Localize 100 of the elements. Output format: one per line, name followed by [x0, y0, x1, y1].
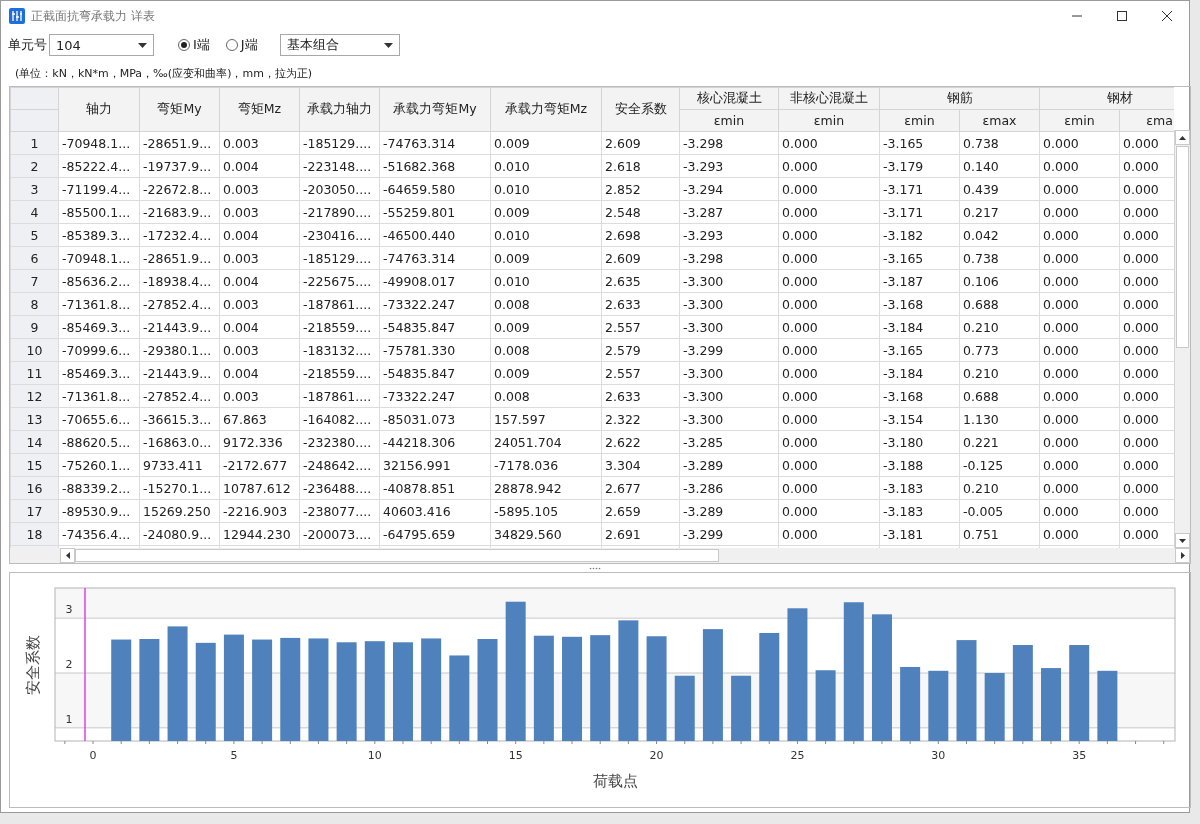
table-cell: 0.000 [1039, 499, 1120, 523]
table-cell: -28651.9... [139, 131, 220, 155]
column-header[interactable]: 核心混凝土 [679, 87, 779, 110]
unit-dropdown[interactable]: 104 [49, 34, 154, 56]
table-cell: -88620.5... [58, 430, 140, 454]
table-cell: -24080.9... [139, 522, 220, 546]
table-cell: -3.300 [679, 292, 779, 316]
table-cell: -44218.306 [379, 430, 491, 454]
table-cell: -3.181 [879, 522, 960, 546]
table-cell: 0.000 [1039, 338, 1120, 362]
table-cell: 0.004 [219, 361, 300, 385]
bar [928, 670, 949, 741]
table-cell: -225675.... [299, 269, 380, 293]
column-header[interactable]: 非核心混凝土 [778, 87, 880, 110]
column-header[interactable]: 弯矩Mz [219, 87, 300, 132]
row-number: 18 [10, 522, 59, 546]
table-cell: 0.000 [1039, 407, 1120, 431]
row-number: 17 [10, 499, 59, 523]
table-cell: 0.140 [959, 154, 1040, 178]
table-cell: -248642.... [299, 453, 380, 477]
row-number: 6 [10, 246, 59, 270]
table-cell: -2216.903 [219, 499, 300, 523]
table-cell: 2.609 [601, 246, 680, 270]
table-cell: 2.622 [601, 430, 680, 454]
caret-icon[interactable] [383, 42, 393, 48]
column-header[interactable]: 钢筋 [879, 87, 1040, 110]
table-cell: 9172.336 [219, 430, 300, 454]
table-cell: -187861.... [299, 292, 380, 316]
table-cell: 3.304 [601, 453, 680, 477]
row-number: 4 [10, 200, 59, 224]
table-cell: 2.635 [601, 269, 680, 293]
table-cell: 0.000 [778, 499, 880, 523]
table-cell: 2.322 [601, 407, 680, 431]
table-cell: 0.010 [490, 177, 602, 201]
table-cell: -218559.... [299, 361, 380, 385]
table-cell: -71361.8... [58, 384, 140, 408]
table-cell: -203050.... [299, 177, 380, 201]
column-header[interactable]: 承载力轴力 [299, 87, 380, 132]
table-cell: -85636.2... [58, 269, 140, 293]
table-cell: 0.000 [1039, 223, 1120, 247]
horizontal-scrollbar-thumb[interactable] [75, 549, 719, 562]
table-cell: -15270.1... [139, 476, 220, 500]
table-cell: 0.000 [778, 200, 880, 224]
x-axis-title: 荷载点 [592, 772, 638, 790]
table-cell: 0.000 [778, 384, 880, 408]
end-radio[interactable]: J端 [225, 36, 258, 54]
x-tick-label: 20 [649, 749, 664, 762]
table-cell: -3.180 [879, 430, 960, 454]
x-tick-label: 0 [89, 749, 97, 762]
table-cell: -70999.6... [58, 338, 140, 362]
column-header[interactable]: 轴力 [58, 87, 140, 132]
caret-icon[interactable] [138, 42, 147, 48]
splitter-handle-icon[interactable] [589, 566, 601, 570]
table-cell: 0.106 [959, 269, 1040, 293]
close-icon[interactable] [1161, 10, 1173, 22]
unit-label: 单元号 [8, 36, 47, 54]
table-cell: 0.000 [1039, 453, 1120, 477]
table-cell: -18938.4... [139, 269, 220, 293]
table-cell: 0.003 [219, 292, 300, 316]
bar [1097, 670, 1118, 741]
units-note: (单位：kN，kN*m，MPa，‰(应变和曲率)，mm，拉为正) [14, 66, 314, 82]
column-header[interactable]: 弯矩My [139, 87, 220, 132]
table-cell: 0.000 [778, 131, 880, 155]
combination-dropdown[interactable]: 基本组合 [279, 34, 400, 56]
table-cell: -3.188 [879, 453, 960, 477]
bar [815, 670, 836, 741]
row-number: 11 [10, 361, 59, 385]
x-tick-label: 25 [790, 749, 805, 762]
table-cell: -40878.851 [379, 476, 491, 500]
table-cell: 0.000 [778, 407, 880, 431]
column-header[interactable]: 安全系数 [601, 87, 680, 132]
table-cell: 0.009 [490, 200, 602, 224]
end-radio[interactable]: I端 [178, 36, 210, 54]
table-cell: 2.659 [601, 499, 680, 523]
table-cell: -183132.... [299, 338, 380, 362]
table-cell: -3.298 [679, 131, 779, 155]
column-header[interactable]: 承载力弯矩Mz [490, 87, 602, 132]
table-cell: 0.000 [1039, 522, 1120, 546]
table-cell: 0.000 [1039, 292, 1120, 316]
table-cell: -21683.9... [139, 200, 220, 224]
table-cell: -223148.... [299, 154, 380, 178]
table-cell: -3.293 [679, 154, 779, 178]
table-cell: 0.003 [219, 200, 300, 224]
x-tick-label: 30 [931, 749, 946, 762]
table-cell: 0.003 [219, 338, 300, 362]
row-number: 13 [10, 407, 59, 431]
table-cell: -3.184 [879, 361, 960, 385]
table-cell: 0.738 [959, 246, 1040, 270]
table-cell: -3.154 [879, 407, 960, 431]
table-cell: -36615.3... [139, 407, 220, 431]
column-header[interactable]: 钢材 [1039, 87, 1174, 110]
table-cell: -75781.330 [379, 338, 491, 362]
table-cell: 32156.991 [379, 453, 491, 477]
column-header[interactable]: 承载力弯矩My [379, 87, 491, 132]
table-cell: -71361.8... [58, 292, 140, 316]
table-cell: 0.010 [490, 154, 602, 178]
vertical-scrollbar-thumb[interactable] [1176, 146, 1189, 348]
table-cell: -3.165 [879, 131, 960, 155]
x-tick-label: 15 [508, 749, 523, 762]
maximize-icon[interactable] [1116, 10, 1128, 22]
